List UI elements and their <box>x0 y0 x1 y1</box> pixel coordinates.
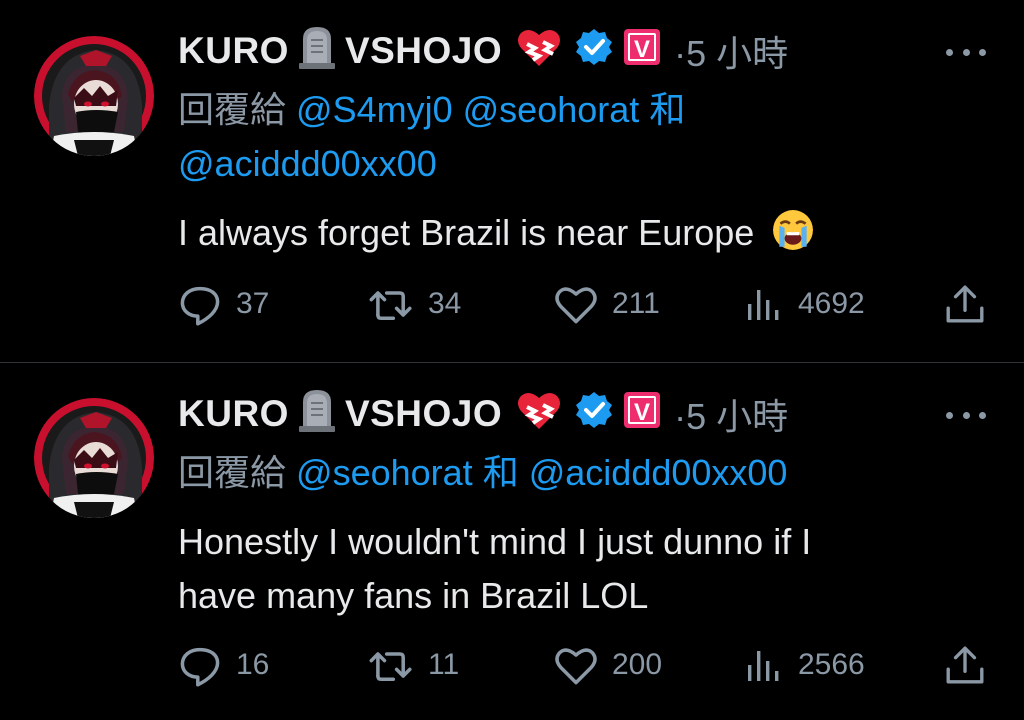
tweet-header: KURO VSHOJO V ·5 小時 <box>178 389 788 439</box>
views-button[interactable]: 4692 <box>744 280 865 328</box>
vshojo-badge-letter: V <box>634 399 650 426</box>
mention-link[interactable]: @S4myj0 <box>296 89 453 130</box>
verified-badge-icon[interactable] <box>574 389 615 437</box>
views-icon <box>748 290 779 320</box>
mention-conjunction: 和 <box>482 452 519 493</box>
tweet[interactable]: KURO VSHOJO V ·5 小時 回覆給 @S4myj0 @seohora… <box>0 0 1024 363</box>
verified-badge-icon[interactable] <box>574 26 615 74</box>
reply-count: 16 <box>236 648 270 681</box>
mention-conjunction: 和 <box>649 89 686 130</box>
tweet[interactable]: KURO VSHOJO V ·5 小時 回覆給 @seohorat 和 @aci… <box>0 363 1024 720</box>
display-name[interactable]: KURO <box>178 393 289 435</box>
reply-context: 回覆給 @S4myj0 @seohorat 和 <box>178 82 685 138</box>
vshojo-badge-icon[interactable]: V <box>622 27 662 76</box>
retweet-count: 11 <box>428 648 460 681</box>
tweet-header: KURO VSHOJO V ·5 小時 <box>178 26 788 76</box>
vshojo-badge-letter: V <box>634 36 650 63</box>
share-button[interactable] <box>944 641 986 689</box>
like-button[interactable]: 200 <box>554 641 662 689</box>
reply-icon <box>180 286 220 326</box>
mention-link[interactable]: @aciddd00xx00 <box>529 452 788 493</box>
mending-heart-emoji <box>516 26 563 77</box>
heart-icon <box>555 287 597 324</box>
display-name-suffix[interactable]: VSHOJO <box>345 393 502 435</box>
retweet-button[interactable]: 34 <box>366 280 461 328</box>
avatar[interactable] <box>34 398 154 518</box>
tweet-text-line: I always forget Brazil is near Europe <box>178 212 755 253</box>
views-count: 4692 <box>798 287 865 320</box>
heart-icon <box>555 648 597 685</box>
reply-button[interactable]: 16 <box>178 641 269 689</box>
share-icon <box>946 285 984 323</box>
views-count: 2566 <box>798 648 865 681</box>
reply-context: 回覆給 @seohorat 和 @aciddd00xx00 <box>178 445 787 501</box>
views-icon <box>748 651 779 681</box>
mention-link[interactable]: @aciddd00xx00 <box>178 143 437 184</box>
more-options-icon[interactable] <box>946 42 986 62</box>
share-button[interactable] <box>944 280 986 328</box>
views-button[interactable]: 2566 <box>744 641 865 689</box>
more-options-icon[interactable] <box>946 405 986 425</box>
headstone-emoji <box>298 25 335 78</box>
timestamp[interactable]: ·5 小時 <box>674 25 788 77</box>
reply-prefix: 回覆給 <box>178 89 287 130</box>
mending-heart-emoji <box>516 389 563 440</box>
retweet-button[interactable]: 11 <box>366 641 459 689</box>
tweet-text: I always forget Brazil is near Europe <box>178 206 824 266</box>
like-button[interactable]: 211 <box>554 280 660 328</box>
display-name-suffix[interactable]: VSHOJO <box>345 30 502 72</box>
tweet-text: Honestly I wouldn't mind I just dunno if… <box>178 515 811 623</box>
tweet-actions: 37 34 211 4692 <box>178 280 988 328</box>
timestamp[interactable]: ·5 小時 <box>674 388 788 440</box>
mention-link[interactable]: @seohorat <box>463 89 640 130</box>
reply-prefix: 回覆給 <box>178 452 287 493</box>
reply-button[interactable]: 37 <box>178 280 269 328</box>
tweet-text-line: have many fans in Brazil LOL <box>178 575 649 616</box>
tweet-text-line: Honestly I wouldn't mind I just dunno if… <box>178 521 812 562</box>
retweet-icon <box>369 291 412 321</box>
headstone-emoji <box>298 388 335 441</box>
reply-context-line2: @aciddd00xx00 <box>178 136 437 192</box>
like-count: 200 <box>612 648 663 681</box>
vshojo-badge-icon[interactable]: V <box>622 390 662 439</box>
display-name[interactable]: KURO <box>178 30 289 72</box>
retweet-icon <box>369 652 412 682</box>
loudly-crying-emoji <box>772 208 815 266</box>
retweet-count: 34 <box>428 287 462 320</box>
reply-count: 37 <box>236 287 270 320</box>
like-count: 211 <box>612 287 660 320</box>
tweet-actions: 16 11 200 2566 <box>178 641 988 689</box>
avatar[interactable] <box>34 36 154 156</box>
mention-link[interactable]: @seohorat <box>296 452 473 493</box>
reply-icon <box>180 647 220 687</box>
share-icon <box>946 646 984 684</box>
